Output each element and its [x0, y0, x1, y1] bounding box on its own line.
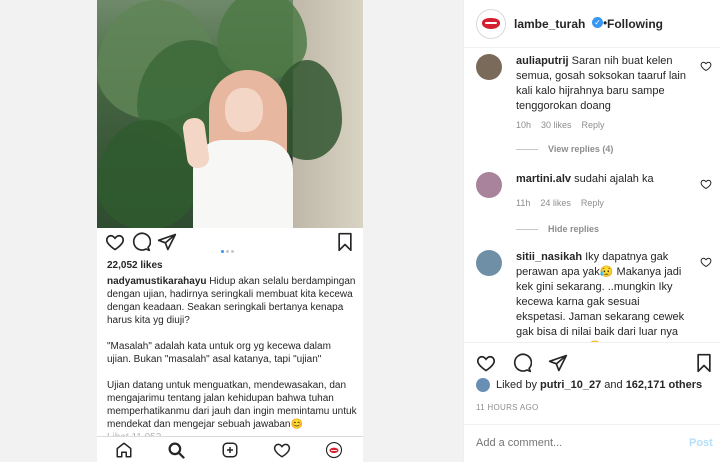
- liked-by-user[interactable]: putri_10_27: [540, 379, 601, 391]
- comment-meta: 11h 24 likes Reply: [516, 198, 614, 208]
- caption-paragraph-1: nadyamustikarahayu Hidup akan selalu ber…: [107, 275, 357, 327]
- comment: sitii_nasikah Iky dapatnya gak perawan a…: [476, 250, 712, 342]
- comment-icon[interactable]: [512, 353, 532, 373]
- comment-age: 10h: [516, 120, 532, 130]
- caption-gap: [107, 327, 357, 340]
- liked-by-and: and: [604, 378, 623, 391]
- bottom-nav: [97, 436, 363, 462]
- following-button[interactable]: Following: [607, 17, 663, 31]
- comment-avatar[interactable]: [476, 54, 502, 80]
- comment-age: 11h: [516, 198, 531, 208]
- caption-text-2: "Masalah" adalah kata untuk org yg kecew…: [107, 341, 331, 365]
- activity-icon[interactable]: [273, 441, 291, 459]
- comment-likes[interactable]: 30 likes: [541, 120, 572, 130]
- comment-box: Post: [464, 424, 720, 462]
- comment-input[interactable]: [476, 437, 676, 449]
- home-icon[interactable]: [115, 441, 133, 459]
- caption-username[interactable]: nadyamustikarahayu: [107, 276, 207, 287]
- liked-by-prefix: Liked by: [496, 378, 537, 391]
- avatar[interactable]: [476, 9, 506, 39]
- profile-icon[interactable]: [325, 441, 343, 459]
- comment-likes[interactable]: 24 likes: [540, 198, 571, 208]
- comment-username[interactable]: martini.alv: [516, 173, 571, 185]
- comment-body: martini.alv sudahi ajalah ka: [516, 172, 686, 187]
- comment-text: Iky dapatnya gak perawan apa yak😥 Makany…: [516, 251, 685, 342]
- comment-username[interactable]: sitii_nasikah: [516, 251, 582, 263]
- comments-panel: lambe_turah ✓ • Following auliaputrij Sa…: [463, 0, 720, 462]
- view-replies-toggle[interactable]: View replies (4): [516, 144, 613, 154]
- caption-gap: [107, 366, 357, 379]
- post-media: 22,052 likes nadyamustikarahayu Hidup ak…: [0, 0, 463, 462]
- carousel-dots: [221, 240, 236, 258]
- comment-avatar[interactable]: [476, 172, 502, 198]
- share-icon[interactable]: [548, 353, 568, 373]
- bookmark-icon[interactable]: [335, 232, 355, 252]
- carousel-dot: [226, 250, 229, 253]
- comment-meta: 10h 30 likes Reply: [516, 120, 615, 130]
- comment-reply-button[interactable]: Reply: [581, 198, 604, 208]
- post-action-bar: [464, 342, 720, 402]
- comment-avatar[interactable]: [476, 250, 502, 276]
- embedded-phone-screenshot: 22,052 likes nadyamustikarahayu Hidup ak…: [97, 0, 363, 462]
- post-caption: 22,052 likes nadyamustikarahayu Hidup ak…: [107, 259, 357, 444]
- carousel-dot: [221, 250, 224, 253]
- comment-username[interactable]: auliaputrij: [516, 55, 569, 67]
- comment-heart-icon[interactable]: [700, 256, 712, 268]
- header-username[interactable]: lambe_turah: [514, 17, 585, 31]
- hide-replies-toggle[interactable]: Hide replies: [516, 224, 599, 234]
- comment-text: sudahi ajalah ka: [574, 173, 654, 185]
- heart-icon[interactable]: [476, 353, 496, 373]
- lips-logo-icon: [482, 18, 500, 29]
- verified-badge-icon: ✓: [592, 17, 603, 28]
- comment-body: auliaputrij Saran nih buat kelen semua, …: [516, 54, 686, 114]
- post-comment-button[interactable]: Post: [689, 437, 713, 449]
- post-likes[interactable]: 22,052 likes: [107, 259, 357, 272]
- caption-text-3: Ujian datang untuk menguatkan, mendewasa…: [107, 380, 357, 430]
- post-photo: [97, 0, 363, 228]
- comment-heart-icon[interactable]: [700, 60, 712, 72]
- comment-reply-button[interactable]: Reply: [582, 120, 605, 130]
- bookmark-icon[interactable]: [694, 353, 714, 373]
- post-timestamp: 11 HOURS AGO: [476, 403, 539, 412]
- heart-icon[interactable]: [105, 232, 125, 252]
- share-icon[interactable]: [157, 232, 177, 252]
- search-icon[interactable]: [167, 441, 185, 459]
- add-icon[interactable]: [221, 441, 239, 459]
- liked-by-avatar[interactable]: [476, 378, 490, 392]
- comment-heart-icon[interactable]: [700, 178, 712, 190]
- comment-body: sitii_nasikah Iky dapatnya gak perawan a…: [516, 250, 686, 342]
- comment-icon[interactable]: [131, 232, 151, 252]
- liked-by-count[interactable]: 162,171 others: [626, 379, 702, 391]
- carousel-dot: [231, 250, 234, 253]
- post-header: lambe_turah ✓ • Following: [464, 0, 720, 48]
- liked-by: Liked by putri_10_27 and 162,171 others: [476, 378, 702, 392]
- photo-person-face: [225, 88, 263, 132]
